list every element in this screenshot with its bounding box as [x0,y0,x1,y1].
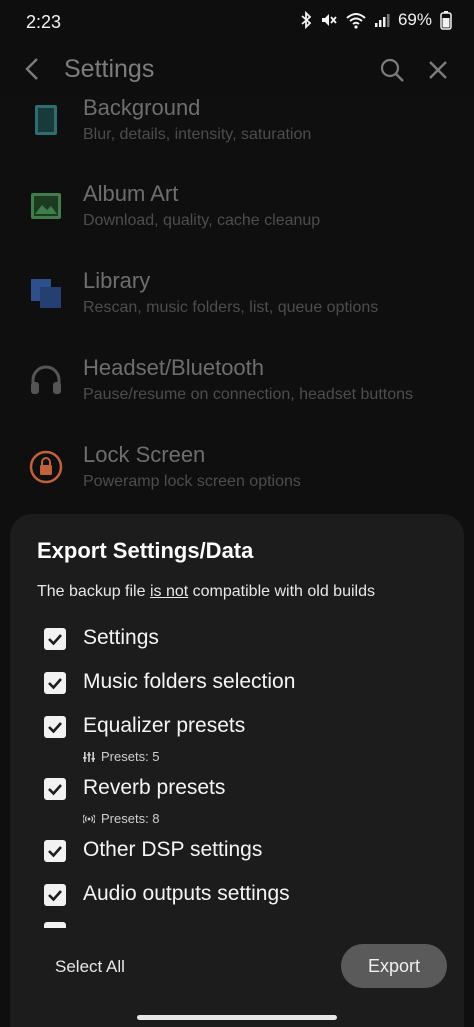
status-bar: 2:23 69% [0,0,474,44]
option-other-dsp[interactable]: Other DSP settings [44,834,454,870]
checkmark-icon [48,784,62,796]
option-label: Settings [83,626,159,649]
setting-subtitle: Poweramp lock screen options [83,473,301,490]
lock-icon [29,450,63,484]
setting-item-background[interactable]: Background Blur, details, intensity, sat… [0,86,474,172]
library-icon [31,279,61,308]
checkmark-icon [48,678,62,690]
option-label: Audio outputs settings [83,882,290,905]
setting-item-album-art[interactable]: Album Art Download, quality, cache clean… [0,173,474,259]
reverb-icon [83,814,95,823]
headphones-icon [31,365,61,394]
setting-title: Album Art [83,181,179,206]
back-button[interactable] [18,54,48,84]
option-audio-outputs[interactable]: Audio outputs settings [44,878,454,914]
select-all-button[interactable]: Select All [55,957,125,977]
sheet-footer: Select All Export [10,928,464,1027]
search-icon [380,58,404,82]
checkmark-icon [48,634,62,646]
checkbox-music-folders[interactable] [44,672,66,694]
setting-item-library[interactable]: Library Rescan, music folders, list, que… [0,260,474,346]
close-icon [429,61,447,79]
back-arrow-icon [25,58,38,80]
option-settings[interactable]: Settings [44,622,454,658]
presets-count: Presets: 5 [101,749,160,764]
option-reverb-presets[interactable]: Reverb presets Presets: 8 [44,772,454,826]
setting-item-lock-screen[interactable]: Lock Screen Poweramp lock screen options [0,434,474,520]
mute-icon [320,11,338,29]
option-label: Other DSP settings [83,838,263,861]
wifi-icon [346,11,366,29]
setting-title: Library [83,268,151,293]
option-equalizer-presets[interactable]: Equalizer presets Presets: 5 [44,710,454,764]
search-button[interactable] [378,56,406,84]
setting-subtitle: Blur, details, intensity, saturation [83,126,312,143]
checkbox-other-dsp[interactable] [44,840,66,862]
checkbox-settings[interactable] [44,628,66,650]
note-text-end: compatible with old builds [188,583,375,600]
status-icons: 69% [300,10,452,30]
export-button[interactable]: Export [341,944,447,988]
option-sublabel: Presets: 8 [83,811,160,826]
checkbox-equalizer-presets[interactable] [44,716,66,738]
battery-icon [440,10,452,30]
setting-title: Background [83,95,201,120]
bluetooth-icon [300,11,312,29]
signal-icon [374,12,390,28]
setting-subtitle: Pause/resume on connection, headset butt… [83,386,413,403]
compatibility-note: The backup file is not compatible with o… [37,583,375,601]
option-music-folders[interactable]: Music folders selection [44,666,454,702]
status-time: 2:23 [26,12,62,32]
background-icon [35,105,57,135]
setting-title: Headset/Bluetooth [83,355,265,380]
setting-title: Lock Screen [83,442,206,467]
close-button[interactable] [424,56,452,84]
page-title: Settings [64,55,155,83]
equalizer-icon [83,751,95,762]
battery-text: 69% [397,10,432,29]
checkbox-audio-outputs[interactable] [44,884,66,906]
option-sublabel: Presets: 5 [83,749,160,764]
note-text-start: The backup file [37,583,150,600]
checkmark-icon [48,722,62,734]
home-indicator[interactable] [137,1015,337,1020]
setting-item-headset[interactable]: Headset/Bluetooth Pause/resume on connec… [0,347,474,433]
checkmark-icon [48,846,62,858]
checkmark-icon [48,890,62,902]
image-icon [31,193,61,219]
setting-subtitle: Rescan, music folders, list, queue optio… [83,299,379,316]
option-label: Equalizer presets [83,714,246,737]
sheet-title: Export Settings/Data [37,538,254,563]
checkbox-reverb-presets[interactable] [44,778,66,800]
note-text-emphasis: is not [149,583,189,600]
presets-count: Presets: 8 [101,811,160,826]
setting-subtitle: Download, quality, cache cleanup [83,212,321,229]
option-label: Reverb presets [83,776,226,799]
option-label: Music folders selection [83,670,296,693]
